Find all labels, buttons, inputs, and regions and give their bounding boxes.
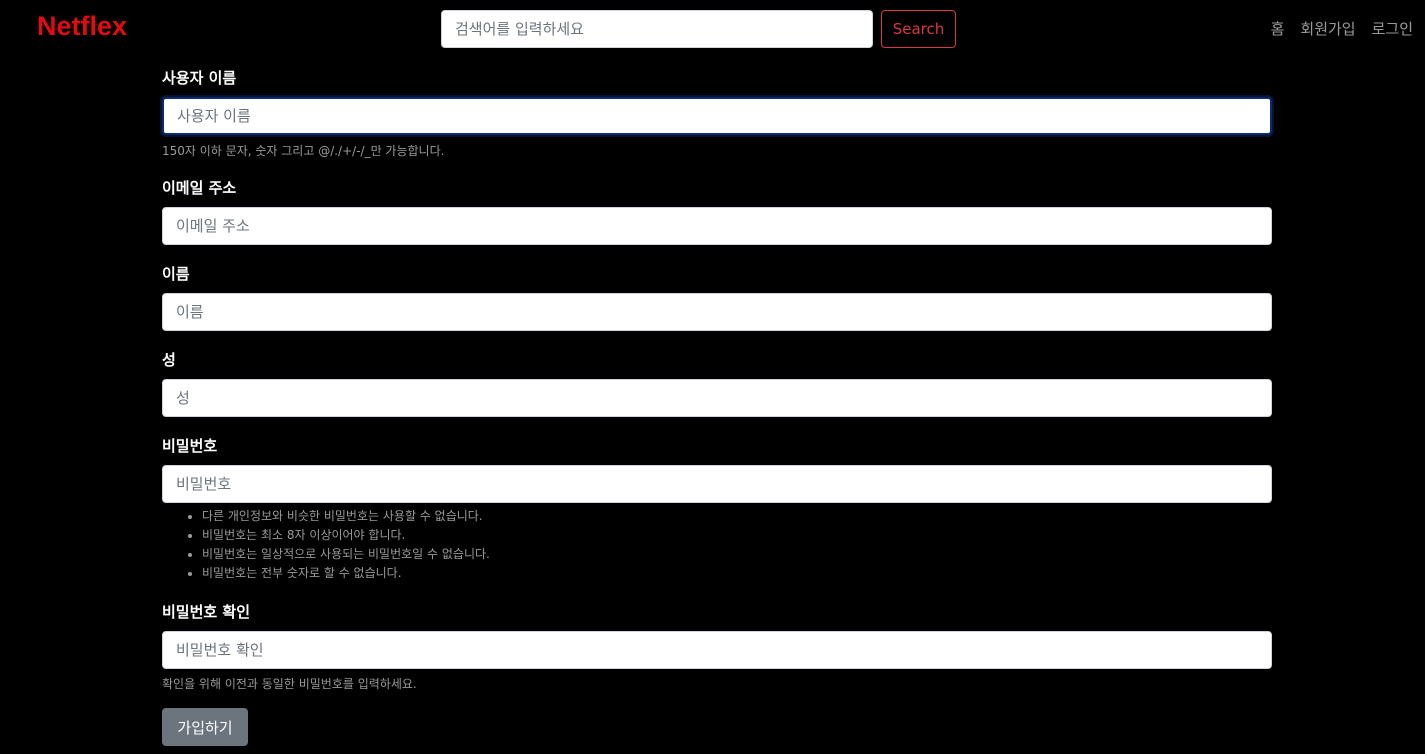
nav-link-login[interactable]: 로그인 <box>1372 18 1413 39</box>
first-name-label: 이름 <box>162 265 190 283</box>
password-confirm-input[interactable] <box>162 631 1272 669</box>
search-input[interactable] <box>441 10 873 48</box>
email-input[interactable] <box>162 207 1272 245</box>
nav-link-home[interactable]: 홈 <box>1271 18 1285 39</box>
nav-links: 홈 회원가입 로그인 <box>1271 18 1413 39</box>
navbar: Netflex Search 홈 회원가입 로그인 <box>0 0 1425 56</box>
username-label: 사용자 이름 <box>162 69 237 87</box>
last-name-label: 성 <box>162 351 176 369</box>
password-help-item: 비밀번호는 전부 숫자로 할 수 없습니다. <box>202 564 490 583</box>
nav-link-signup[interactable]: 회원가입 <box>1300 18 1355 39</box>
password-label: 비밀번호 <box>162 437 218 455</box>
password-confirm-help-text: 확인을 위해 이전과 동일한 비밀번호를 입력하세요. <box>162 677 417 691</box>
username-help-text: 150자 이하 문자, 숫자 그리고 @/./+/-/_만 가능합니다. <box>162 144 445 158</box>
username-input[interactable] <box>162 97 1272 135</box>
signup-submit-button[interactable]: 가입하기 <box>162 708 248 746</box>
password-confirm-label: 비밀번호 확인 <box>162 603 251 621</box>
brand-logo[interactable]: Netflex <box>37 11 127 42</box>
password-help-item: 비밀번호는 최소 8자 이상이어야 합니다. <box>202 526 490 545</box>
password-help-list: 다른 개인정보와 비슷한 비밀번호는 사용할 수 없습니다. 비밀번호는 최소 … <box>162 507 490 583</box>
password-help-item: 다른 개인정보와 비슷한 비밀번호는 사용할 수 없습니다. <box>202 507 490 526</box>
password-input[interactable] <box>162 465 1272 503</box>
last-name-input[interactable] <box>162 379 1272 417</box>
first-name-input[interactable] <box>162 293 1272 331</box>
email-label: 이메일 주소 <box>162 179 237 197</box>
password-help-item: 비밀번호는 일상적으로 사용되는 비밀번호일 수 없습니다. <box>202 545 490 564</box>
search-button[interactable]: Search <box>881 10 956 48</box>
